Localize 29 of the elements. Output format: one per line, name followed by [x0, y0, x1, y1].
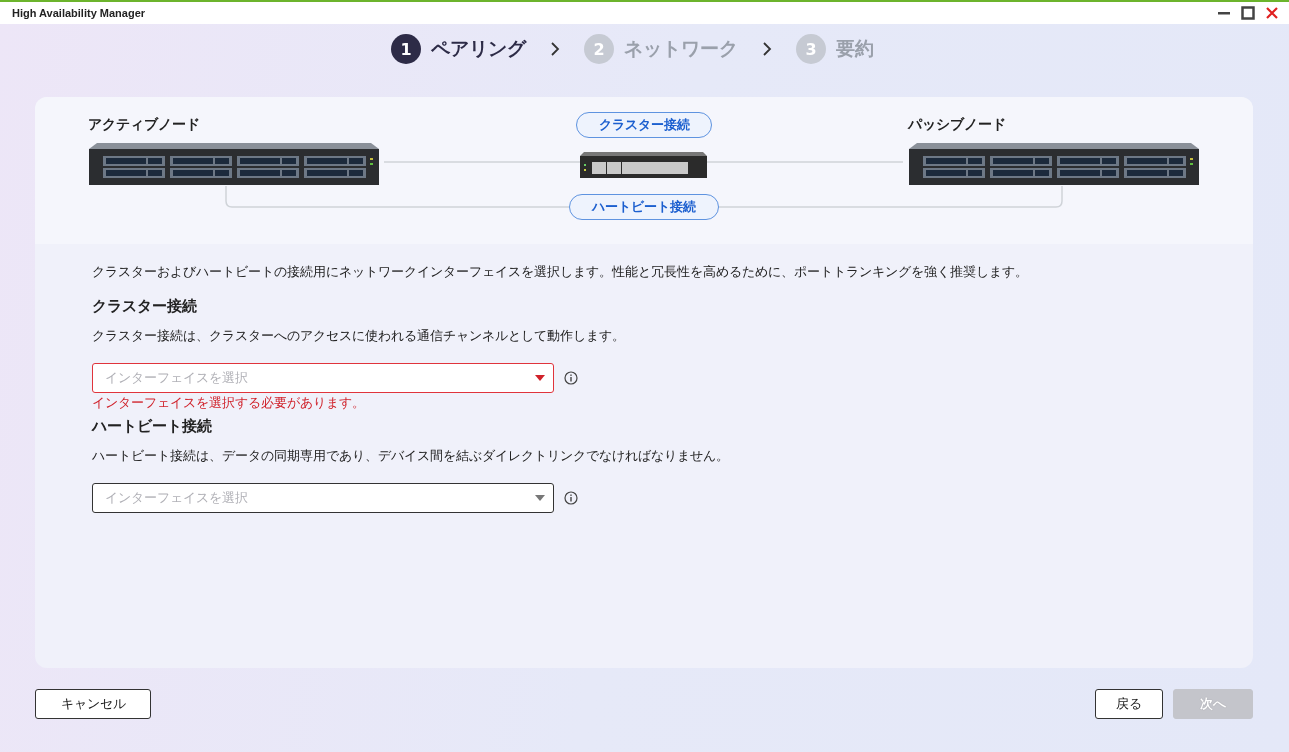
step-label: ネットワーク [624, 36, 738, 61]
connection-label: クラスター接続 [576, 112, 712, 138]
error-message: インターフェイスを選択する必要があります。 [92, 395, 366, 412]
window-title: High Availability Manager [12, 7, 146, 19]
cancel-button[interactable]: キャンセル [35, 689, 151, 719]
interface-dropdown[interactable]: インターフェイスを選択 [92, 483, 554, 513]
intro-text: クラスターおよびハートビートの接続用にネットワークインターフェイスを選択します。性能と冗長性を高めるために、ポートトランキングを強く推奨します。 [92, 264, 1029, 281]
connection-label: ハートビート接続 [569, 194, 719, 220]
info-icon[interactable] [564, 371, 578, 385]
node-label: アクティブノード [88, 116, 200, 134]
node-label: パッシブノード [908, 116, 1006, 134]
caret-icon [535, 375, 545, 381]
step-label: ペアリング [431, 36, 526, 61]
step-label: 要約 [836, 36, 874, 61]
section-heading: クラスター接続 [92, 297, 198, 316]
section-heading: ハートビート接続 [92, 417, 213, 436]
step-number: 2 [584, 34, 614, 64]
close-icon[interactable] [1265, 6, 1279, 20]
maximize-icon[interactable] [1241, 6, 1255, 20]
section-description: クラスター接続は、クラスターへのアクセスに使われる通信チャンネルとして動作します。 [92, 328, 626, 345]
chevron-icon [550, 41, 560, 57]
chevron-icon [762, 41, 772, 57]
info-icon[interactable] [564, 491, 578, 505]
step-number: 3 [796, 34, 826, 64]
caret-icon [535, 495, 545, 501]
back-button[interactable]: 戻る [1095, 689, 1163, 719]
interface-dropdown[interactable]: インターフェイスを選択 [92, 363, 554, 393]
step-number: 1 [391, 34, 421, 64]
section-description: ハートビート接続は、データの同期専用であり、デバイス間を結ぶダイレクトリンクでなければなりません。 [92, 448, 730, 465]
